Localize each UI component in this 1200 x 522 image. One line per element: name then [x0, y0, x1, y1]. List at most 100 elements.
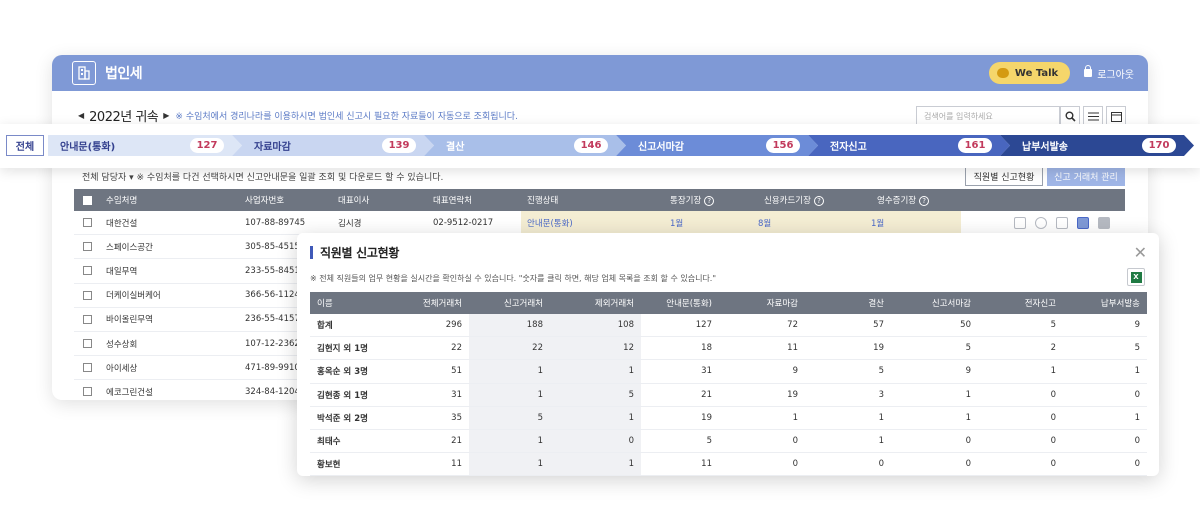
client-name[interactable]: 에코그린건설 — [106, 386, 245, 398]
row-checkbox[interactable] — [83, 339, 92, 349]
count-cell[interactable]: 1 — [805, 430, 891, 452]
count-cell[interactable]: 1 — [469, 383, 550, 406]
count-cell[interactable]: 22 — [469, 337, 550, 360]
count-cell[interactable]: 5 — [1063, 337, 1147, 359]
count-cell[interactable]: 127 — [641, 314, 719, 336]
client-name[interactable]: 대일무역 — [106, 265, 245, 277]
stage-6[interactable]: 납부서발송 170 — [1010, 135, 1194, 156]
count-cell[interactable]: 1 — [469, 360, 550, 383]
count-cell[interactable]: 5 — [891, 337, 978, 359]
count-cell[interactable]: 0 — [978, 430, 1063, 452]
row-checkbox[interactable] — [83, 266, 92, 276]
client-name[interactable]: 아이세상 — [106, 362, 245, 374]
count-cell[interactable]: 9 — [891, 360, 978, 382]
count-cell[interactable]: 0 — [891, 430, 978, 452]
count-cell[interactable]: 0 — [550, 429, 641, 453]
count-cell[interactable]: 22 — [402, 337, 469, 359]
count-cell[interactable]: 31 — [641, 360, 719, 382]
count-cell[interactable]: 9 — [719, 360, 805, 382]
count-cell[interactable]: 35 — [402, 407, 469, 429]
count-cell[interactable]: 0 — [805, 453, 891, 475]
row-checkbox[interactable] — [83, 242, 92, 252]
count-cell[interactable]: 18 — [641, 337, 719, 359]
count-cell[interactable]: 1 — [891, 407, 978, 429]
count-cell[interactable]: 5 — [550, 383, 641, 406]
table-row[interactable]: 대한건설 107-88-89745 김시경 02-9512-0217 안내문(통… — [74, 211, 1125, 236]
count-cell[interactable]: 5 — [805, 360, 891, 382]
manage-clients-button[interactable]: 신고 거래처 관리 — [1047, 167, 1125, 186]
count-cell[interactable]: 1 — [805, 407, 891, 429]
count-cell[interactable]: 0 — [719, 430, 805, 452]
receipt-cell[interactable]: 1월 — [871, 211, 961, 235]
document-icon[interactable] — [1014, 216, 1026, 229]
count-cell[interactable]: 21 — [402, 430, 469, 452]
count-cell[interactable]: 51 — [402, 360, 469, 382]
stage-count-badge[interactable]: 161 — [958, 138, 992, 153]
count-cell[interactable]: 0 — [1063, 453, 1147, 475]
link-icon[interactable] — [1056, 216, 1068, 229]
message-icon[interactable] — [1098, 216, 1110, 229]
count-cell[interactable]: 0 — [891, 453, 978, 475]
count-cell[interactable]: 19 — [641, 407, 719, 429]
count-cell[interactable]: 1 — [978, 360, 1063, 382]
row-checkbox[interactable] — [83, 290, 92, 300]
help-icon[interactable]: ? — [919, 196, 930, 206]
count-cell[interactable]: 1 — [469, 429, 550, 453]
count-cell[interactable]: 1 — [550, 360, 641, 383]
count-cell[interactable]: 11 — [641, 453, 719, 475]
list-view-button[interactable] — [1083, 106, 1103, 126]
client-name[interactable]: 바이올린무역 — [106, 313, 245, 325]
count-cell[interactable]: 1 — [719, 407, 805, 429]
count-cell[interactable]: 11 — [719, 337, 805, 359]
status-cell[interactable]: 안내문(통화) — [521, 211, 664, 235]
count-cell[interactable]: 21 — [641, 384, 719, 406]
count-cell[interactable]: 188 — [469, 314, 550, 337]
chevron-down-icon[interactable]: ▾ — [129, 173, 136, 183]
count-cell[interactable]: 3 — [805, 384, 891, 406]
count-cell[interactable]: 0 — [978, 384, 1063, 406]
excel-download-button[interactable]: X — [1127, 268, 1145, 286]
bank-cell[interactable]: 1월 — [664, 211, 758, 235]
stage-1[interactable]: 안내문(통화) 127 — [48, 135, 242, 156]
help-icon[interactable]: ? — [704, 196, 715, 206]
count-cell[interactable]: 19 — [805, 337, 891, 359]
logout-button[interactable]: 로그아웃 — [1084, 65, 1134, 81]
count-cell[interactable]: 9 — [1063, 314, 1147, 336]
card-cell[interactable]: 8월 — [758, 211, 871, 235]
count-cell[interactable]: 57 — [805, 314, 891, 336]
count-cell[interactable]: 12 — [550, 337, 641, 360]
row-checkbox[interactable] — [83, 314, 92, 324]
stage-3[interactable]: 결산 146 — [434, 135, 626, 156]
count-cell[interactable]: 1 — [1063, 407, 1147, 429]
search-button[interactable] — [1060, 106, 1080, 126]
stage-4[interactable]: 신고서마감 156 — [626, 135, 818, 156]
staff-status-button[interactable]: 직원별 신고현황 — [965, 167, 1043, 186]
close-icon[interactable]: ✕ — [1134, 243, 1147, 262]
prev-year-icon[interactable]: ◀ — [78, 111, 84, 120]
count-cell[interactable]: 1 — [1063, 360, 1147, 382]
count-cell[interactable]: 31 — [402, 384, 469, 406]
wetalk-button[interactable]: We Talk — [988, 62, 1071, 84]
count-cell[interactable]: 5 — [469, 406, 550, 429]
count-cell[interactable]: 5 — [641, 430, 719, 452]
stage-count-badge[interactable]: 139 — [382, 138, 416, 153]
stage-2[interactable]: 자료마감 139 — [242, 135, 434, 156]
count-cell[interactable]: 50 — [891, 314, 978, 336]
client-name[interactable]: 성수상회 — [106, 338, 245, 350]
count-cell[interactable]: 296 — [402, 314, 469, 336]
row-checkbox[interactable] — [83, 363, 92, 373]
stage-count-badge[interactable]: 170 — [1142, 138, 1176, 153]
search-input[interactable]: 검색어를 입력하세요 — [916, 106, 1060, 126]
client-name[interactable]: 스페이스공간 — [106, 241, 245, 253]
stage-count-badge[interactable]: 146 — [574, 138, 608, 153]
client-name[interactable]: 대한건설 — [106, 217, 245, 229]
count-cell[interactable]: 72 — [719, 314, 805, 336]
count-cell[interactable]: 11 — [402, 453, 469, 475]
count-cell[interactable]: 1 — [550, 453, 641, 476]
search-icon[interactable] — [1035, 216, 1047, 229]
next-year-icon[interactable]: ▶ — [163, 111, 169, 120]
help-icon[interactable]: ? — [813, 196, 824, 206]
count-cell[interactable]: 108 — [550, 314, 641, 337]
stage-count-badge[interactable]: 156 — [766, 138, 800, 153]
count-cell[interactable]: 5 — [978, 314, 1063, 336]
